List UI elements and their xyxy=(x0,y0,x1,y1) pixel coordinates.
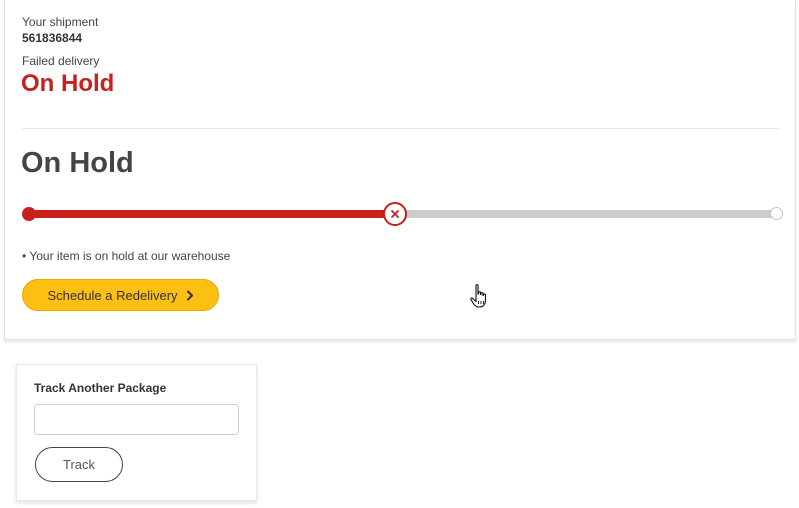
shipment-label: Your shipment xyxy=(22,15,99,29)
track-another-card: Track Another Package Track xyxy=(16,364,257,501)
schedule-redelivery-button[interactable]: Schedule a Redelivery xyxy=(22,279,219,311)
shipment-number: 561836844 xyxy=(22,31,83,45)
status-label: Failed delivery xyxy=(22,54,100,68)
redelivery-button-label: Schedule a Redelivery xyxy=(47,287,178,303)
shipment-status-card: Your shipment 561836844 Failed delivery … xyxy=(4,0,796,340)
status-heading: On Hold xyxy=(21,147,134,179)
tracking-page: Your shipment 561836844 Failed delivery … xyxy=(0,0,799,508)
progress-start-dot xyxy=(22,207,36,221)
status-note: • Your item is on hold at our warehouse xyxy=(22,249,231,263)
tracking-number-input[interactable] xyxy=(34,404,239,435)
progress-bar xyxy=(21,198,785,230)
status-summary: On Hold xyxy=(21,70,115,97)
progress-failed-marker xyxy=(383,202,407,226)
progress-fill xyxy=(29,210,395,218)
progress-end-dot xyxy=(770,207,783,220)
close-icon xyxy=(391,210,399,218)
track-button[interactable]: Track xyxy=(35,447,123,482)
hand-cursor-icon xyxy=(470,284,487,308)
chevron-right-icon xyxy=(186,290,193,300)
track-another-title: Track Another Package xyxy=(34,381,167,395)
divider xyxy=(22,128,780,129)
